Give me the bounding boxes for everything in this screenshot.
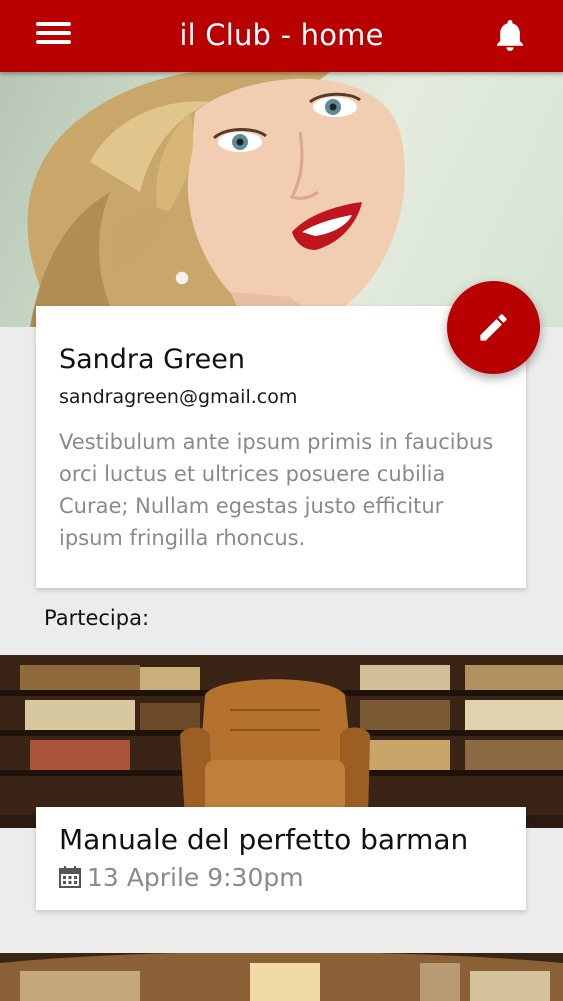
profile-bio: Vestibulum ante ipsum primis in faucibus… [59,430,494,550]
app-bar: il Club - home [0,0,563,72]
event-title: Manuale del perfetto barman [59,823,469,856]
participate-section-label: Partecipa: [44,606,150,630]
page-title: il Club - home [179,18,384,52]
edit-profile-button[interactable] [447,281,540,374]
bell-icon[interactable] [494,18,526,52]
event-cover-photo[interactable] [0,655,563,828]
event-date: 13 Aprile 9:30pm [87,862,304,892]
event-cover-photo-2[interactable] [0,953,563,1001]
event-date-row: 13 Aprile 9:30pm [59,861,304,893]
profile-email: sandragreen@gmail.com [59,386,298,408]
calendar-icon [59,866,81,888]
event-card[interactable]: Manuale del perfetto barman 13 Aprile 9:… [36,807,526,910]
profile-name: Sandra Green [59,344,245,375]
pencil-icon [480,314,507,341]
